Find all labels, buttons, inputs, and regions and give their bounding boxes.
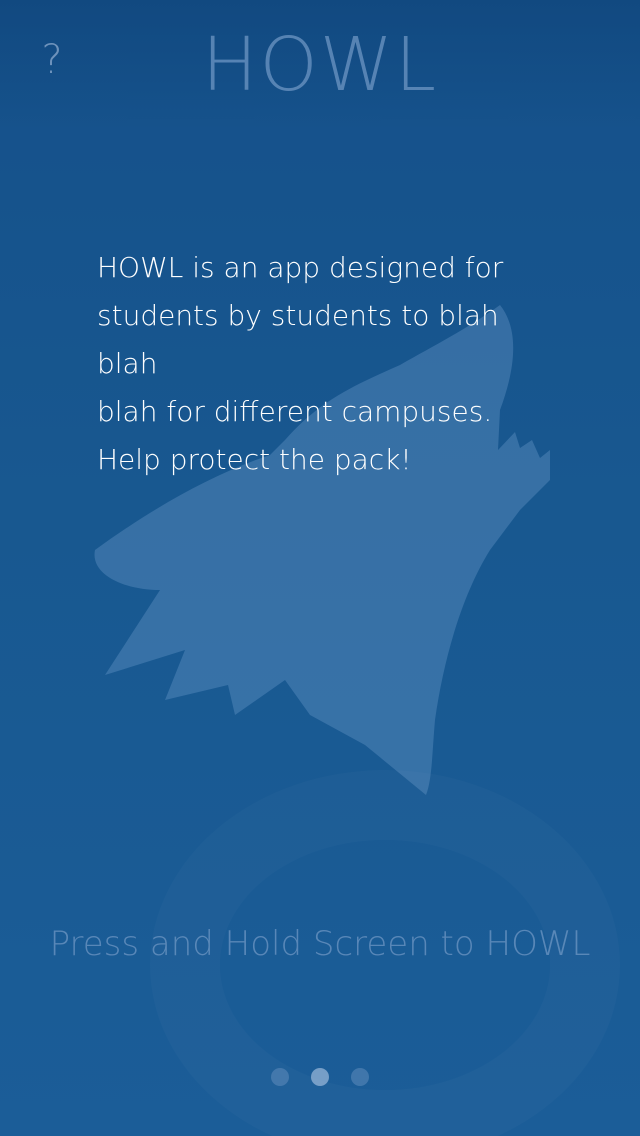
intro-description: HOWL is an app designed for students by …	[97, 244, 567, 484]
app-title: HOWL	[201, 22, 439, 108]
page-dot-3[interactable]	[351, 1068, 369, 1086]
intro-line: HOWL is an app designed for	[97, 251, 504, 284]
intro-line: Help protect the pack!	[97, 443, 412, 476]
intro-line: students by students to blah blah	[97, 299, 499, 380]
intro-line: blah for different campuses.	[97, 395, 493, 428]
page-dot-2[interactable]	[311, 1068, 329, 1086]
page-dot-1[interactable]	[271, 1068, 289, 1086]
press-hold-prompt[interactable]: Press and Hold Screen to HOWL	[0, 918, 640, 970]
page-indicator	[0, 1068, 640, 1088]
